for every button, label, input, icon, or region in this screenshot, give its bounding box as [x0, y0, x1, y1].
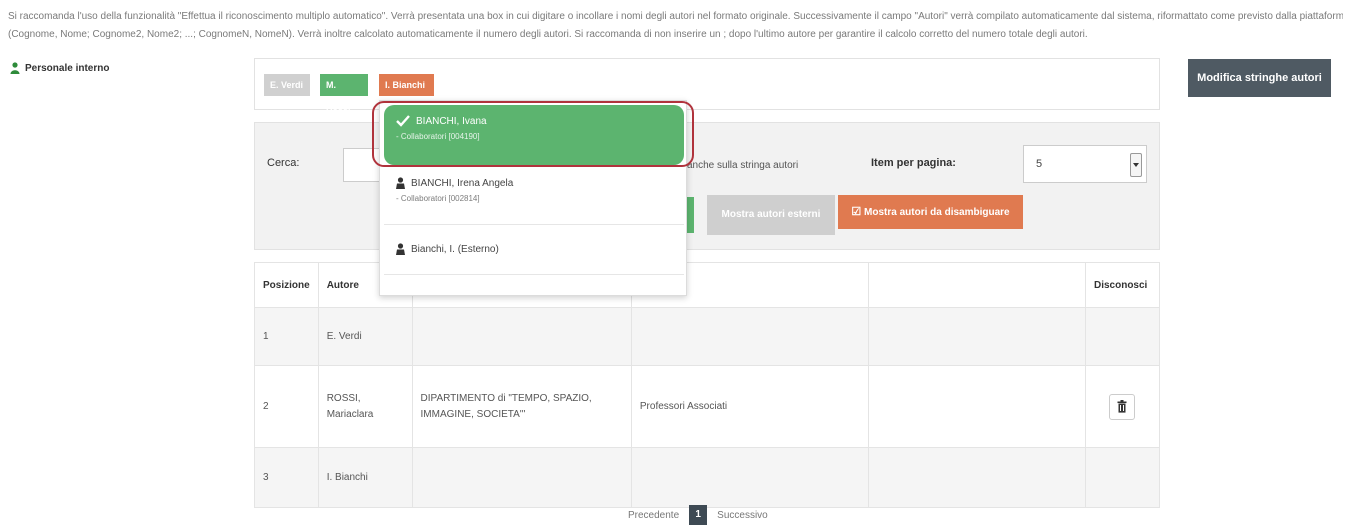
cell-blank [868, 365, 1086, 448]
cell-disown [1084, 307, 1161, 366]
suggestion-name-row: Bianchi, I. (Esterno) [396, 243, 672, 255]
search-label: Cerca: [267, 157, 300, 169]
instructions-line-1: Si raccomanda l'uso della funzionalità "… [8, 11, 1343, 22]
table-row: 3 I. Bianchi [254, 447, 1161, 508]
cell-disown [1084, 447, 1161, 508]
author-chip-bianchi[interactable]: I. Bianchi [379, 74, 434, 96]
cell-department [411, 447, 632, 508]
cell-author: I. Bianchi [317, 447, 413, 508]
pagination-next[interactable]: Successivo [717, 510, 768, 521]
cell-position: 2 [254, 365, 319, 448]
suggestion-name-row: BIANCHI, Irena Angela [396, 177, 672, 189]
author-chip-rossi[interactable]: M. Rossi [320, 74, 368, 112]
person-icon [396, 177, 405, 189]
authors-table-wrapper: Posizione Autore Disconosci 1 E. Verdi 2… [254, 262, 1161, 508]
cell-blank [868, 447, 1086, 508]
search-strings-hint: anche sulla stringa autori [687, 160, 799, 171]
cell-author: E. Verdi [317, 307, 413, 366]
author-chip-verdi[interactable]: E. Verdi [264, 74, 310, 96]
instructions-notice: Si raccomanda l'uso della funzionalità "… [8, 8, 1343, 44]
user-icon [10, 62, 20, 74]
disown-button[interactable] [1109, 393, 1136, 420]
internal-staff-text: Personale interno [25, 62, 110, 74]
column-header-disown: Disconosci [1084, 262, 1161, 308]
caret-down-icon[interactable] [1130, 153, 1142, 177]
table-row: 2 ROSSI, Mariaclara DIPARTIMENTO di "TEM… [254, 365, 1161, 448]
pagination: Precedente 1 Successivo [628, 505, 768, 525]
suggestion-bianchi-irena-angela[interactable]: BIANCHI, Irena Angela - Collaboratori [0… [384, 169, 684, 225]
cell-role [630, 307, 870, 366]
items-per-page-value: 5 [1036, 158, 1043, 170]
instructions-line-2: (Cognome, Nome; Cognome2, Nome2; ...; Co… [8, 29, 1088, 40]
pagination-previous[interactable]: Precedente [628, 510, 679, 521]
checkbox-icon: ☑ [851, 206, 862, 218]
show-disambiguate-label: Mostra autori da disambiguare [864, 207, 1010, 218]
cell-blank [868, 307, 1086, 366]
internal-staff-label: Personale interno [10, 62, 109, 74]
suggestion-subtitle: - Collaboratori [002814] [396, 194, 480, 203]
authors-table: Posizione Autore Disconosci 1 E. Verdi 2… [254, 262, 1161, 508]
show-external-authors-button[interactable]: Mostra autori esterni [707, 195, 835, 235]
person-icon [396, 243, 405, 255]
cell-role: Professori Associati [630, 365, 870, 448]
cell-author: ROSSI, Mariaclara [317, 365, 413, 448]
selection-highlight-ring [372, 101, 694, 167]
cell-disown [1084, 365, 1161, 448]
suggestion-name: Bianchi, I. (Esterno) [411, 243, 499, 255]
column-header-position: Posizione [254, 262, 319, 308]
pagination-current-page[interactable]: 1 [689, 505, 708, 525]
edit-author-strings-button[interactable]: Modifica stringhe autori [1188, 59, 1331, 97]
suggestion-bianchi-external[interactable]: Bianchi, I. (Esterno) [384, 229, 684, 275]
items-per-page-label: Item per pagina: [871, 157, 956, 169]
cell-department: DIPARTIMENTO di "TEMPO, SPAZIO, IMMAGINE… [411, 365, 632, 448]
cell-role [630, 447, 870, 508]
table-row: 1 E. Verdi [254, 307, 1161, 366]
column-header-blank [868, 262, 1086, 308]
trash-icon [1117, 400, 1127, 413]
items-per-page-select[interactable]: 5 [1023, 145, 1147, 183]
cell-position: 1 [254, 307, 319, 366]
show-disambiguate-authors-button[interactable]: ☑ Mostra autori da disambiguare [838, 195, 1023, 229]
suggestion-name: BIANCHI, Irena Angela [411, 177, 514, 189]
cell-department [411, 307, 632, 366]
cell-position: 3 [254, 447, 319, 508]
